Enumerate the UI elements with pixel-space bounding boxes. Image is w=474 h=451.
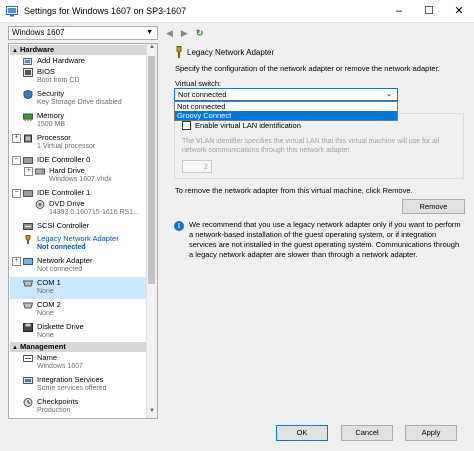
maximize-button[interactable]: ☐ bbox=[414, 0, 444, 22]
dropdown-option-groovy-connect[interactable]: Groovy Connect bbox=[175, 111, 397, 120]
expand-icon[interactable]: + bbox=[12, 257, 21, 266]
chevron-down-icon: ⌄ bbox=[386, 91, 392, 98]
ide-controller-icon bbox=[23, 157, 33, 164]
close-button[interactable]: ✕ bbox=[444, 0, 474, 22]
com-port-icon bbox=[23, 302, 33, 309]
dvd-drive-icon bbox=[35, 200, 45, 209]
minimize-button[interactable]: – bbox=[384, 0, 414, 22]
forward-arrow-icon[interactable]: ▶ bbox=[181, 28, 188, 39]
hard-drive-icon bbox=[35, 168, 45, 175]
integration-services-icon bbox=[23, 377, 33, 384]
checkpoint-icon bbox=[23, 398, 33, 407]
collapse-icon[interactable]: − bbox=[12, 189, 21, 198]
vlan-checkbox-label[interactable]: Enable virtual LAN identification bbox=[195, 121, 301, 130]
vlan-description: The VLAN identifier specifies the virtua… bbox=[182, 138, 440, 154]
virtual-switch-value: Not connected bbox=[178, 90, 227, 99]
ide-controller-icon bbox=[23, 190, 33, 197]
section-management[interactable]: ▲ Management bbox=[10, 342, 147, 352]
tree-scrollbar[interactable]: ▲ ▼ bbox=[146, 44, 157, 418]
section-hardware[interactable]: ▲ Hardware bbox=[10, 45, 147, 55]
network-adapter-icon bbox=[23, 258, 33, 265]
expand-icon[interactable]: + bbox=[12, 134, 21, 143]
vm-selector[interactable]: Windows 1607 ▼ bbox=[8, 26, 158, 40]
com-port-icon bbox=[23, 280, 33, 287]
refresh-icon[interactable]: ↻ bbox=[196, 28, 204, 39]
info-text: We recommend that you use a legacy netwo… bbox=[189, 220, 461, 259]
scroll-thumb[interactable] bbox=[148, 56, 155, 284]
title-bar: Settings for Windows 1607 on SP3-1607 – … bbox=[0, 0, 474, 23]
nav-toolbar: ◀ ▶ ↻ bbox=[166, 26, 203, 40]
virtual-switch-label: Virtual switch: bbox=[175, 79, 222, 88]
virtual-switch-select[interactable]: Not connected ⌄ bbox=[174, 88, 398, 101]
diskette-icon bbox=[23, 323, 33, 332]
network-plug-icon bbox=[25, 235, 31, 244]
apply-button[interactable]: Apply bbox=[405, 425, 457, 441]
window-title: Settings for Windows 1607 on SP3-1607 bbox=[24, 6, 187, 16]
panel-description: Specify the configuration of the network… bbox=[175, 64, 440, 73]
back-arrow-icon[interactable]: ◀ bbox=[166, 28, 173, 39]
settings-app-icon bbox=[6, 6, 18, 17]
remove-description: To remove the network adapter from this … bbox=[175, 186, 413, 195]
scroll-down-icon[interactable]: ▼ bbox=[147, 408, 157, 418]
scsi-controller-icon bbox=[23, 223, 33, 230]
add-hardware-icon bbox=[23, 58, 32, 65]
remove-button[interactable]: Remove bbox=[402, 199, 465, 214]
panel-title: Legacy Network Adapter bbox=[187, 48, 275, 57]
memory-icon bbox=[23, 113, 33, 121]
collapse-icon: ▲ bbox=[12, 345, 18, 351]
virtual-switch-dropdown: Not connected Groovy Connect bbox=[174, 101, 398, 121]
info-icon: i bbox=[174, 221, 184, 231]
network-plug-icon bbox=[176, 46, 182, 58]
dropdown-option-not-connected[interactable]: Not connected bbox=[175, 102, 397, 111]
collapse-icon: ▲ bbox=[12, 48, 18, 54]
processor-icon bbox=[24, 134, 32, 143]
shield-icon bbox=[23, 90, 33, 99]
name-icon bbox=[23, 355, 33, 362]
footer-bar bbox=[0, 419, 474, 451]
bios-icon bbox=[23, 68, 33, 77]
expand-icon[interactable]: + bbox=[24, 167, 33, 176]
scroll-up-icon[interactable]: ▲ bbox=[147, 44, 157, 54]
vlan-id-input[interactable]: 2 bbox=[182, 160, 212, 173]
collapse-icon[interactable]: − bbox=[12, 156, 21, 165]
chevron-down-icon: ▼ bbox=[146, 29, 153, 36]
cancel-button[interactable]: Cancel bbox=[341, 425, 393, 441]
ok-button[interactable]: OK bbox=[276, 425, 328, 441]
vm-selector-value: Windows 1607 bbox=[12, 28, 65, 37]
vlan-checkbox[interactable] bbox=[182, 121, 191, 130]
settings-tree: ▲ Hardware Add Hardware BIOS Boot from CD… bbox=[8, 43, 158, 419]
